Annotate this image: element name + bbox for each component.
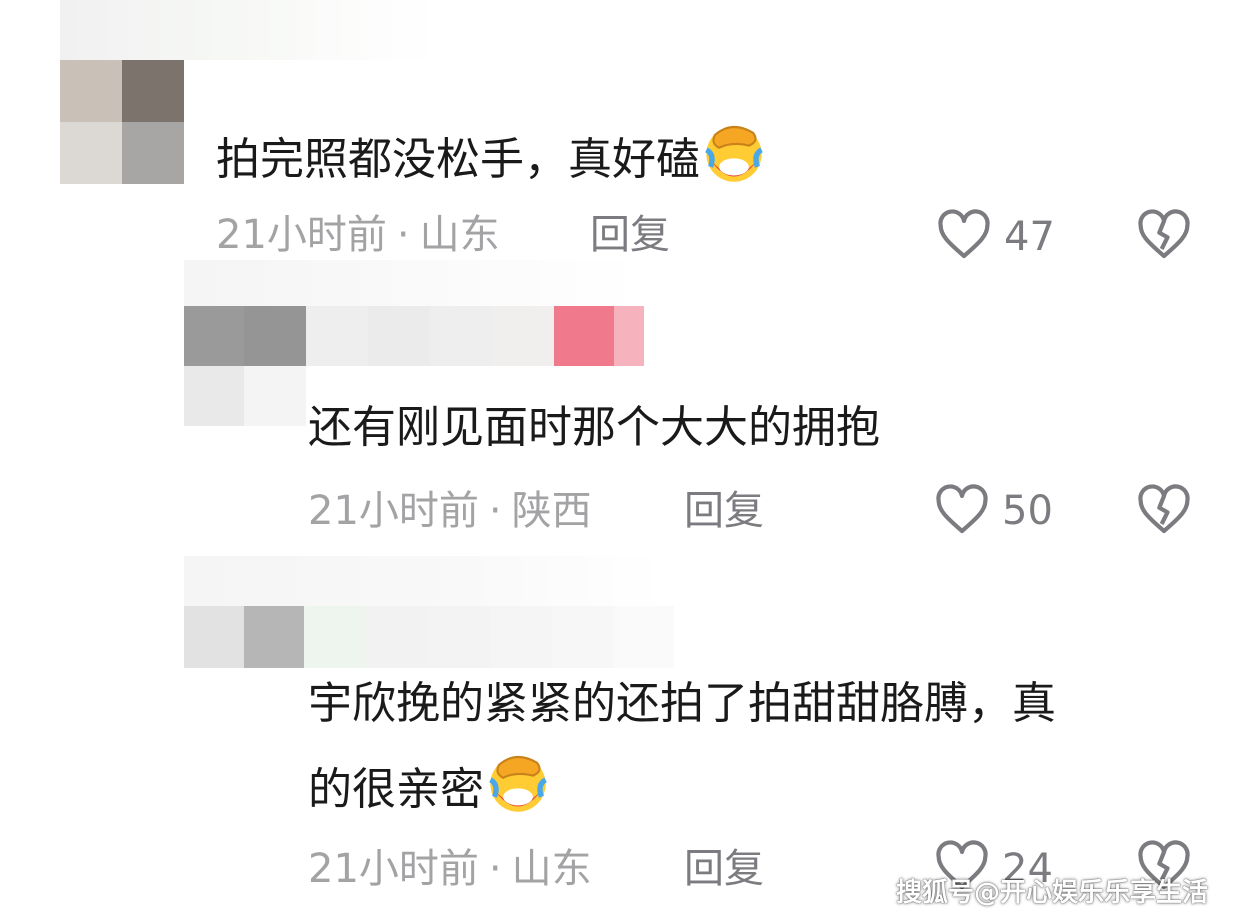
watermark: 搜狐号@开心娱乐乐享生活 bbox=[895, 878, 1208, 908]
broken-heart-icon[interactable] bbox=[1136, 484, 1192, 536]
comment-text-content: 的很亲密 bbox=[308, 764, 484, 815]
separator-dot: · bbox=[488, 488, 502, 534]
comment-text-line-1: 宇欣挽的紧紧的还拍了拍甜甜胳膊，真 bbox=[308, 678, 1056, 729]
comment-meta: 21小时前 · 山东 bbox=[308, 844, 592, 894]
heart-icon[interactable] bbox=[934, 484, 990, 536]
face-with-tears-of-joy-palm-emoji bbox=[704, 125, 764, 182]
reply-button[interactable]: 回复 bbox=[684, 844, 764, 894]
reply-button[interactable]: 回复 bbox=[684, 486, 764, 536]
comment-time: 21小时前 bbox=[308, 846, 479, 892]
comment-text-content: 拍完照都没松手，真好磕 bbox=[216, 134, 700, 185]
comment-location: 山东 bbox=[511, 846, 592, 892]
separator-dot: · bbox=[488, 846, 502, 892]
reply-button[interactable]: 回复 bbox=[590, 210, 670, 260]
avatar-blurred[interactable] bbox=[60, 60, 184, 184]
comment-meta: 21小时前 · 山东 bbox=[216, 210, 500, 260]
comment-time: 21小时前 bbox=[308, 488, 479, 534]
comment-meta: 21小时前 · 陕西 bbox=[308, 486, 592, 536]
comment-text-line-2: 的很亲密 bbox=[308, 748, 552, 820]
comment-text: 还有刚见面时那个大大的拥抱 bbox=[308, 402, 880, 453]
like-count: 50 bbox=[1002, 488, 1053, 534]
separator-dot: · bbox=[396, 212, 410, 258]
blurred-avatar-and-username[interactable] bbox=[184, 606, 674, 668]
comment-time: 21小时前 bbox=[216, 212, 387, 258]
comment-location: 山东 bbox=[419, 212, 500, 258]
like-count: 47 bbox=[1004, 214, 1055, 260]
comment-location: 陕西 bbox=[511, 488, 592, 534]
broken-heart-icon[interactable] bbox=[1136, 209, 1192, 261]
face-with-tears-of-joy-palm-emoji bbox=[488, 755, 548, 812]
blurred-username bbox=[60, 0, 440, 60]
heart-icon[interactable] bbox=[936, 209, 992, 261]
comment-text: 拍完照都没松手，真好磕 bbox=[216, 118, 768, 190]
